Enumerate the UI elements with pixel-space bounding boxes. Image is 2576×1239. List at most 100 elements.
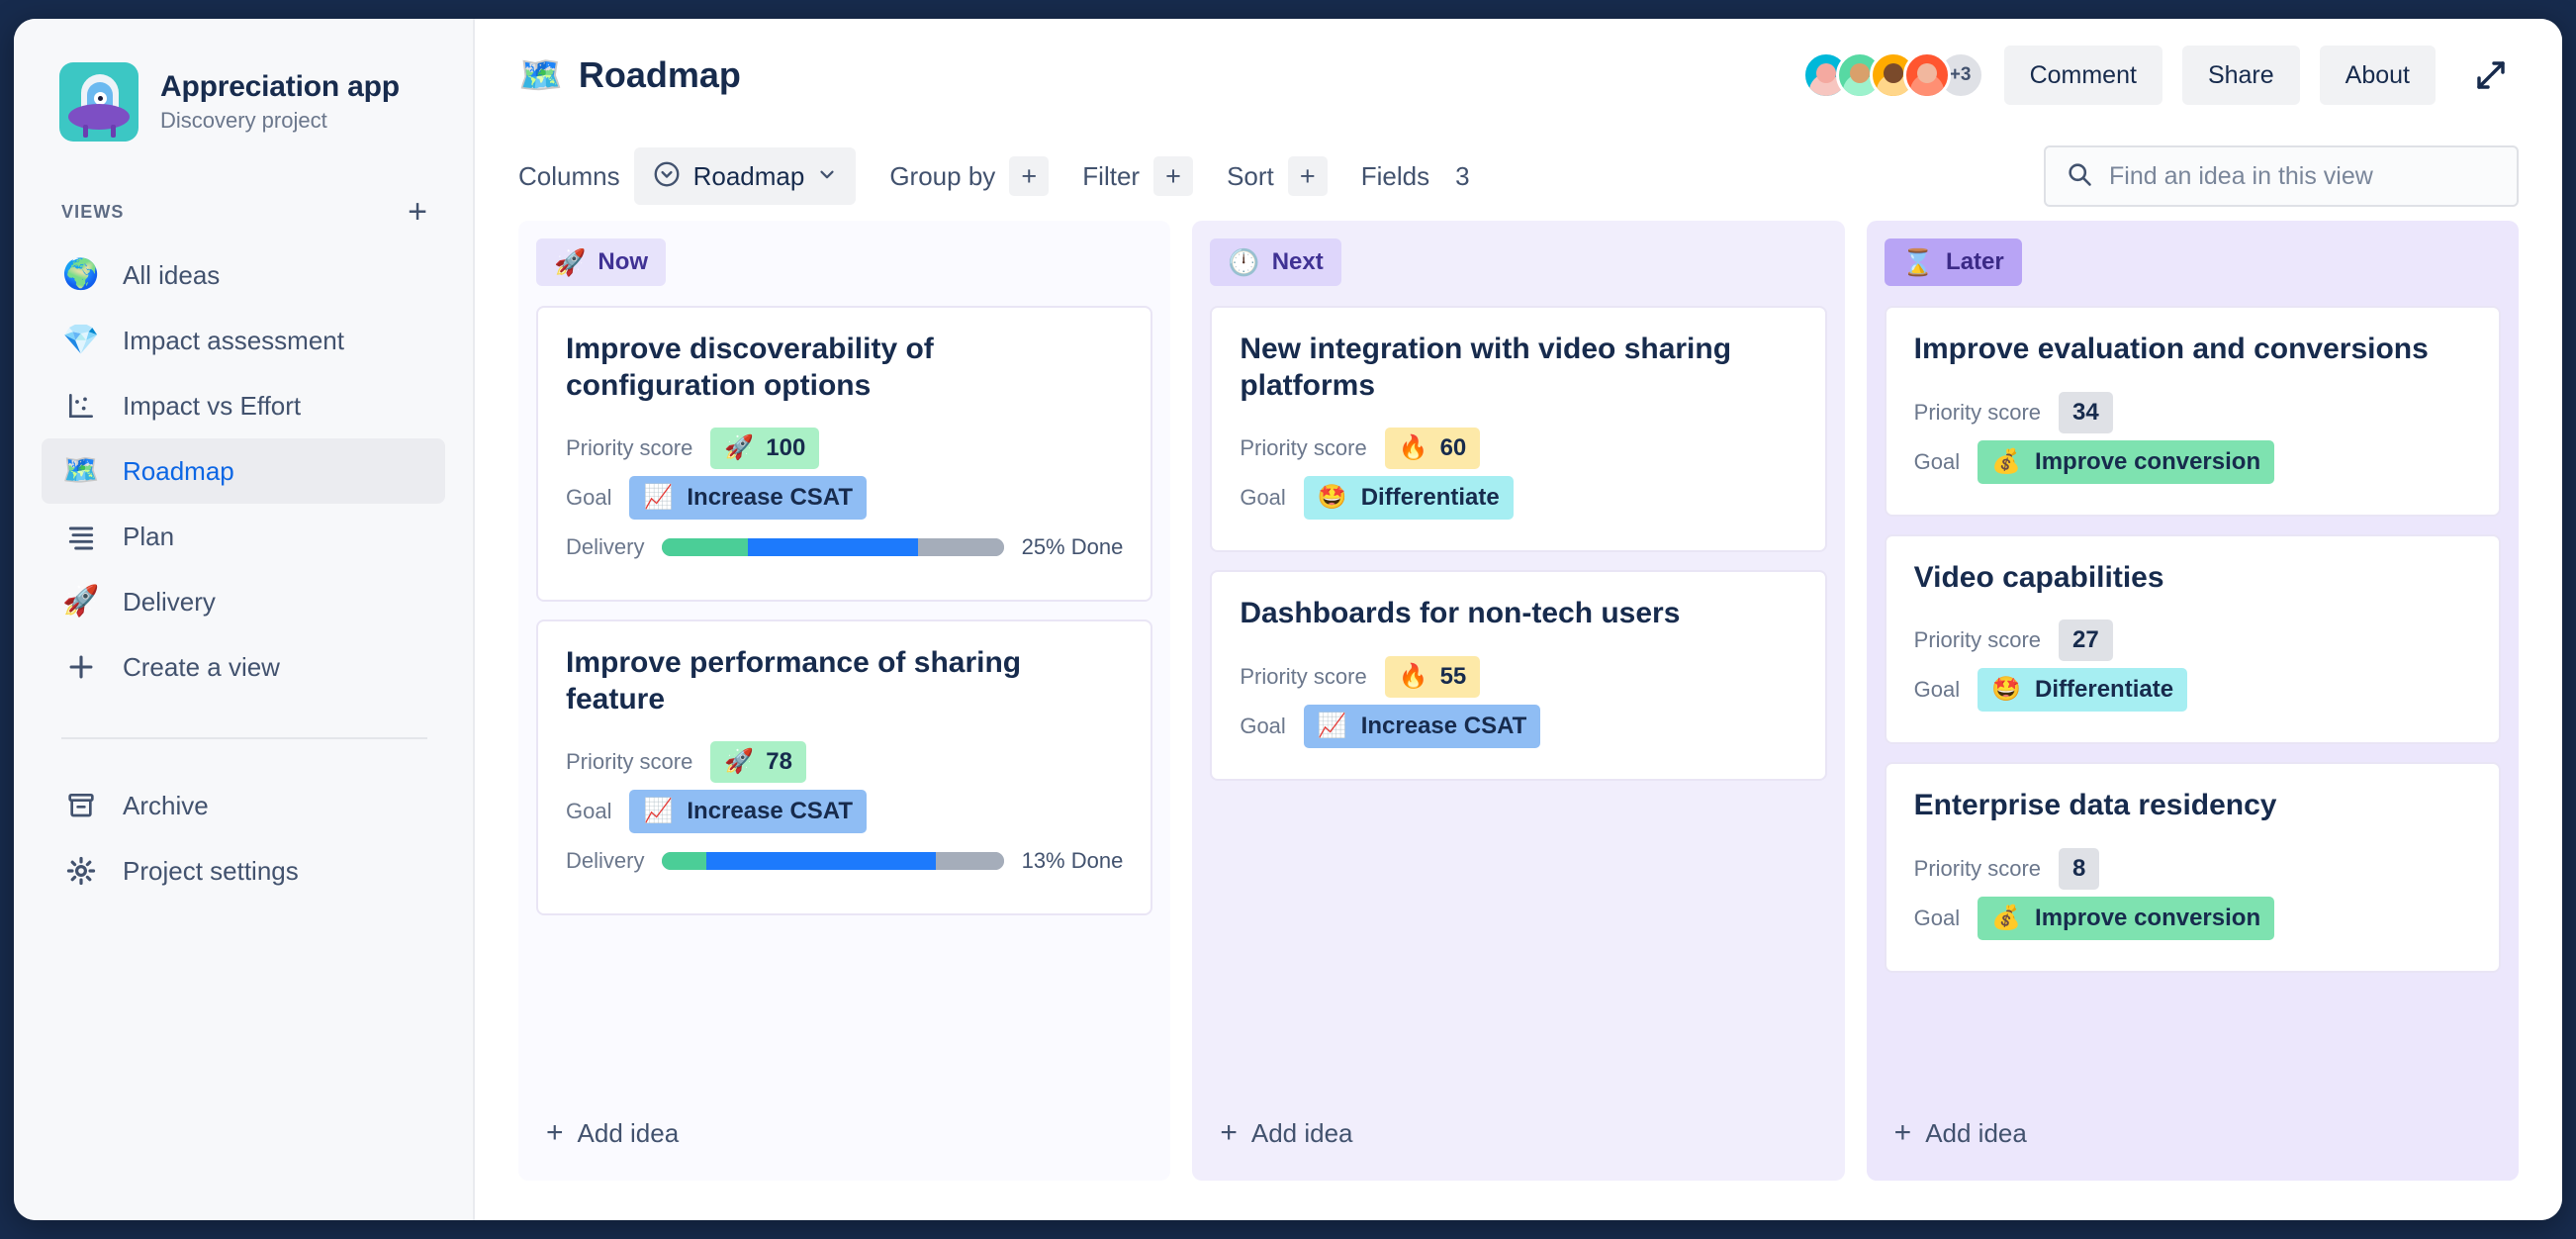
- add-idea-button[interactable]: + Add idea: [1210, 1086, 1826, 1181]
- delivery-row: Delivery 25% Done: [566, 523, 1123, 572]
- group-by-control[interactable]: Group by +: [889, 156, 1050, 196]
- plus-icon: +: [1220, 1116, 1238, 1149]
- avatar[interactable]: [1902, 51, 1951, 99]
- goal-badge[interactable]: 🤩 Differentiate: [1978, 668, 2188, 713]
- idea-card[interactable]: New integration with video sharing platf…: [1210, 306, 1827, 553]
- idea-card[interactable]: Enterprise data residency Priority score…: [1884, 762, 2501, 973]
- columns-select[interactable]: Roadmap: [633, 147, 857, 205]
- sidebar-item-create-a-view[interactable]: Create a view: [42, 634, 445, 700]
- goal-label: Goal: [1913, 448, 1961, 474]
- goal-badge[interactable]: 📈 Increase CSAT: [1303, 704, 1541, 748]
- search-box[interactable]: [2044, 145, 2519, 207]
- goal-label: Goal: [566, 799, 612, 824]
- sidebar-item-archive[interactable]: Archive: [42, 773, 445, 838]
- idea-card[interactable]: Improve evaluation and conversions Prior…: [1884, 306, 2501, 517]
- goal-row: Goal 📈 Increase CSAT: [566, 787, 1123, 836]
- sort-control[interactable]: Sort +: [1227, 156, 1328, 196]
- priority-score-value: 60: [1439, 434, 1467, 462]
- priority-score-badge[interactable]: 🚀 100: [710, 428, 820, 470]
- goal-badge[interactable]: 💰 Improve conversion: [1978, 896, 2275, 940]
- plus-icon: +: [1893, 1116, 1912, 1149]
- priority-score-badge[interactable]: 8: [2059, 847, 2100, 890]
- priority-score-value: 78: [766, 748, 792, 776]
- fields-control[interactable]: Fields 3: [1361, 161, 1470, 192]
- delivery-progress-bar: [662, 852, 1004, 871]
- add-idea-button[interactable]: + Add idea: [1885, 1086, 2501, 1181]
- priority-score-row: Priority score 🚀 78: [566, 737, 1123, 787]
- project-name: Appreciation app: [160, 70, 400, 103]
- sort-add-icon[interactable]: +: [1287, 156, 1328, 196]
- share-button[interactable]: Share: [2181, 46, 2300, 105]
- list-icon: [61, 517, 101, 556]
- collaborator-avatars[interactable]: +3: [1801, 51, 1984, 99]
- add-idea-button[interactable]: + Add idea: [536, 1086, 1152, 1181]
- sidebar-item-roadmap[interactable]: 🗺️ Roadmap: [42, 438, 445, 504]
- add-view-button[interactable]: +: [408, 195, 427, 229]
- board-column-later: ⌛ Later Improve evaluation and conversio…: [1866, 221, 2519, 1181]
- priority-score-badge[interactable]: 🔥 60: [1384, 428, 1481, 470]
- search-input[interactable]: [2109, 161, 2497, 191]
- goal-badge[interactable]: 📈 Increase CSAT: [629, 476, 867, 521]
- expand-arrows-icon[interactable]: [2463, 48, 2519, 103]
- sidebar-item-project-settings[interactable]: Project settings: [42, 838, 445, 904]
- priority-score-badge[interactable]: 🔥 55: [1384, 655, 1481, 698]
- sidebar-item-plan[interactable]: Plan: [42, 504, 445, 569]
- idea-card[interactable]: Improve discoverability of configuration…: [536, 306, 1153, 603]
- delivery-label: Delivery: [566, 848, 645, 874]
- sidebar-item-impact-assessment[interactable]: 💎 Impact assessment: [42, 308, 445, 373]
- goal-value: Differentiate: [1360, 484, 1500, 512]
- project-header[interactable]: Appreciation app Discovery project: [14, 19, 473, 142]
- chevron-down-circle-icon: [652, 159, 682, 194]
- goal-value: Improve conversion: [2035, 447, 2261, 475]
- rocket-icon: 🚀: [724, 748, 755, 776]
- priority-score-row: Priority score 🔥 60: [1240, 424, 1796, 473]
- goal-label: Goal: [1913, 677, 1961, 703]
- group-by-label: Group by: [889, 160, 996, 191]
- goal-row: Goal 🤩 Differentiate: [1240, 473, 1796, 523]
- delivery-progress-text: 13% Done: [1021, 848, 1124, 874]
- goal-value: Improve conversion: [2035, 904, 2261, 931]
- goal-badge[interactable]: 🤩 Differentiate: [1303, 476, 1514, 521]
- goal-label: Goal: [566, 485, 612, 511]
- goal-badge[interactable]: 💰 Improve conversion: [1978, 439, 2275, 484]
- group-by-add-icon[interactable]: +: [1009, 156, 1050, 196]
- idea-card[interactable]: Improve performance of sharing feature P…: [536, 620, 1153, 916]
- sidebar-item-delivery[interactable]: 🚀 Delivery: [42, 569, 445, 634]
- hourglass-icon: ⌛: [1901, 247, 1935, 277]
- priority-score-label: Priority score: [1913, 399, 2042, 425]
- card-list: Improve discoverability of configuration…: [536, 306, 1153, 916]
- column-badge-label: Next: [1271, 248, 1324, 275]
- gem-icon: 💎: [62, 324, 100, 356]
- priority-score-badge[interactable]: 34: [2059, 391, 2113, 433]
- priority-score-label: Priority score: [1240, 663, 1367, 689]
- fire-icon: 🔥: [1398, 434, 1428, 462]
- view-topbar: 🗺️ Roadmap +3 Comment Share About: [475, 19, 2562, 132]
- delivery-row: Delivery 13% Done: [566, 836, 1123, 886]
- goal-badge[interactable]: 📈 Increase CSAT: [629, 790, 867, 834]
- roadmap-board: 🚀 Now Improve discoverability of configu…: [475, 221, 2562, 1220]
- idea-card[interactable]: Dashboards for non-tech users Priority s…: [1210, 570, 1827, 781]
- column-badge-label: Later: [1946, 248, 2004, 275]
- filter-control[interactable]: Filter +: [1082, 156, 1194, 196]
- fields-label: Fields: [1360, 160, 1430, 191]
- idea-card[interactable]: Video capabilities Priority score 27 Goa…: [1884, 533, 2501, 745]
- column-badge-label: Now: [598, 248, 649, 275]
- priority-score-value: 27: [2072, 626, 2099, 654]
- priority-score-label: Priority score: [566, 749, 693, 775]
- goal-row: Goal 🤩 Differentiate: [1914, 665, 2471, 715]
- goal-value: Increase CSAT: [687, 798, 853, 825]
- views-nav: 🌍 All ideas 💎 Impact assessment Impact v…: [14, 242, 473, 700]
- sidebar-item-all-ideas[interactable]: 🌍 All ideas: [42, 242, 445, 308]
- add-idea-label: Add idea: [577, 1117, 680, 1148]
- filter-add-icon[interactable]: +: [1153, 156, 1194, 196]
- card-title: Improve performance of sharing feature: [566, 646, 1022, 715]
- sidebar-item-impact-vs-effort[interactable]: Impact vs Effort: [42, 373, 445, 438]
- priority-score-badge[interactable]: 🚀 78: [710, 741, 806, 784]
- columns-select-value: Roadmap: [692, 160, 805, 191]
- comment-button[interactable]: Comment: [2003, 46, 2162, 105]
- card-title: Dashboards for non-tech users: [1240, 597, 1681, 630]
- add-idea-label: Add idea: [1250, 1117, 1353, 1148]
- priority-score-value: 100: [766, 434, 806, 462]
- about-button[interactable]: About: [2319, 46, 2436, 105]
- priority-score-badge[interactable]: 27: [2059, 620, 2113, 662]
